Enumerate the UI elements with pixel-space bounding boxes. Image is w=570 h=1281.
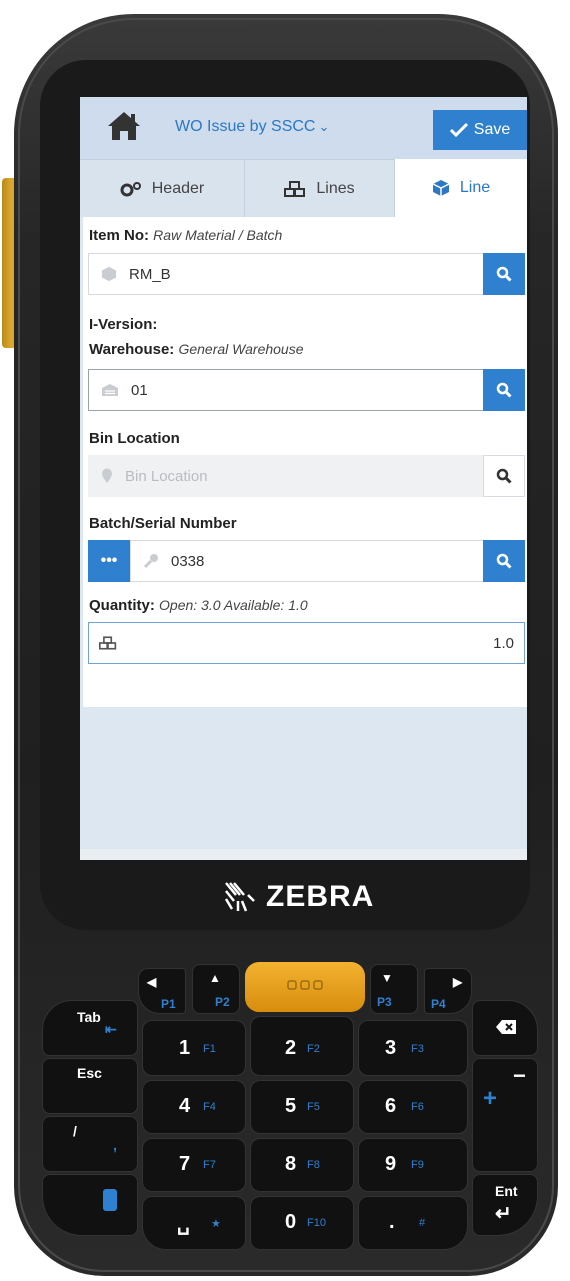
- bin-location-input: Bin Location: [88, 455, 485, 497]
- key-2[interactable]: 2 F2: [250, 1016, 354, 1076]
- key-1[interactable]: 1 F1: [142, 1020, 246, 1076]
- cube-icon: [101, 266, 117, 282]
- p2-key[interactable]: ▲ P2: [192, 964, 240, 1014]
- zebra-logo: ZEBRA: [222, 875, 374, 919]
- blue-function-icon: [103, 1189, 117, 1211]
- item-no-label: Item No: Raw Material / Batch: [89, 227, 283, 244]
- tab-arrow-icon: ⇤: [105, 1021, 117, 1037]
- item-no-search-button[interactable]: [483, 253, 525, 295]
- key-8[interactable]: 8 F8: [250, 1138, 354, 1192]
- tab-header[interactable]: Header: [80, 159, 245, 217]
- item-no-field: RM_B: [88, 253, 525, 295]
- cubes-icon: [99, 636, 117, 650]
- down-arrow-icon: ▼: [381, 971, 393, 985]
- tab-bar: Header Lines Line: [80, 159, 527, 217]
- key-9[interactable]: 9 F9: [358, 1138, 468, 1192]
- quantity-input[interactable]: 1.0: [88, 622, 525, 664]
- key-6[interactable]: 6 F6: [358, 1080, 468, 1134]
- key-4[interactable]: 4 F4: [142, 1080, 246, 1134]
- item-no-input[interactable]: RM_B: [88, 253, 485, 295]
- save-label: Save: [473, 121, 511, 138]
- warehouse-input[interactable]: 01: [88, 369, 485, 411]
- batch-serial-label: Batch/Serial Number: [89, 515, 237, 532]
- key-icon: [143, 554, 158, 569]
- search-icon: [496, 382, 512, 398]
- tab-lines[interactable]: Lines: [245, 159, 395, 217]
- brand-text: ZEBRA: [266, 880, 375, 913]
- up-arrow-icon: ▲: [209, 971, 221, 985]
- function-key[interactable]: [42, 1174, 138, 1236]
- batch-serial-field: ••• 0338: [88, 540, 525, 582]
- batch-serial-input[interactable]: 0338: [130, 540, 485, 582]
- cubes-icon: [284, 180, 306, 197]
- warehouse-search-button[interactable]: [483, 369, 525, 411]
- key-3[interactable]: 3 F3: [358, 1020, 468, 1076]
- bin-location-label: Bin Location: [89, 430, 180, 447]
- keypad: ◀ P1 ▲ P2 ▼ P3 ▶ P4 Tab ⇤ Esc / , − + En…: [40, 950, 540, 1260]
- iversion-label: I-Version:: [89, 316, 158, 333]
- p1-key[interactable]: ◀ P1: [138, 968, 186, 1014]
- warehouse-icon: [102, 384, 118, 396]
- space-icon: ␣: [177, 1213, 190, 1235]
- warehouse-label: Warehouse: General Warehouse: [89, 341, 304, 358]
- line-form: Item No: Raw Material / Batch RM_B I-Ver…: [83, 217, 527, 707]
- p3-key[interactable]: ▼ P3: [370, 964, 418, 1014]
- enter-key[interactable]: Ent ↵: [472, 1174, 538, 1236]
- app-title-dropdown[interactable]: WO Issue by SSCC ⌄: [175, 118, 329, 136]
- backspace-icon: [496, 1020, 516, 1034]
- top-bar: WO Issue by SSCC ⌄ Save: [80, 97, 527, 159]
- tab-key[interactable]: Tab ⇤: [42, 1000, 138, 1056]
- batch-serial-search-button[interactable]: [483, 540, 525, 582]
- key-7[interactable]: 7 F7: [142, 1138, 246, 1192]
- zebra-head-icon: [224, 882, 255, 912]
- bin-location-search-button[interactable]: [483, 455, 525, 497]
- ellipsis-icon: •••: [100, 552, 118, 569]
- plus-minus-key[interactable]: − +: [472, 1058, 538, 1172]
- device: WO Issue by SSCC ⌄ Save Header Lines Lin…: [0, 0, 570, 1281]
- gears-icon: [120, 181, 141, 196]
- home-icon[interactable]: [106, 109, 142, 143]
- backspace-key[interactable]: [472, 1000, 538, 1056]
- search-icon: [496, 553, 512, 569]
- cube-icon: [432, 180, 450, 196]
- search-icon: [496, 468, 512, 484]
- tab-label: Lines: [316, 179, 355, 197]
- right-arrow-icon: ▶: [453, 975, 463, 989]
- batch-options-button[interactable]: •••: [88, 540, 130, 582]
- check-icon: [449, 123, 468, 137]
- quantity-value: 1.0: [493, 635, 514, 652]
- tab-label: Header: [151, 179, 205, 197]
- chevron-down-icon: ⌄: [318, 119, 330, 134]
- quantity-label: Quantity: Open: 3.0 Available: 1.0: [89, 597, 308, 614]
- map-marker-icon: [102, 468, 112, 483]
- scan-trigger-key[interactable]: [245, 962, 365, 1012]
- tab-line[interactable]: Line: [395, 159, 527, 217]
- bin-location-field: Bin Location: [88, 455, 525, 497]
- key-5[interactable]: 5 F5: [250, 1080, 354, 1134]
- key-space[interactable]: ␣ ★: [142, 1196, 246, 1250]
- p4-key[interactable]: ▶ P4: [424, 968, 472, 1014]
- ellipsis-icon: [287, 980, 323, 990]
- screen-bottom-strip: [80, 849, 527, 860]
- key-0[interactable]: 0 F10: [250, 1196, 354, 1250]
- search-icon: [496, 266, 512, 282]
- save-button[interactable]: Save: [433, 110, 527, 150]
- left-arrow-icon: ◀: [147, 975, 157, 989]
- esc-key[interactable]: Esc: [42, 1058, 138, 1114]
- warehouse-field: 01: [88, 369, 525, 411]
- app-screen: WO Issue by SSCC ⌄ Save Header Lines Lin…: [80, 97, 527, 860]
- app-title: WO Issue by SSCC: [175, 118, 316, 135]
- slash-key[interactable]: / ,: [42, 1116, 138, 1172]
- enter-arrow-icon: ↵: [495, 1203, 512, 1225]
- key-dot[interactable]: . #: [358, 1196, 468, 1250]
- tab-label: Line: [459, 179, 491, 196]
